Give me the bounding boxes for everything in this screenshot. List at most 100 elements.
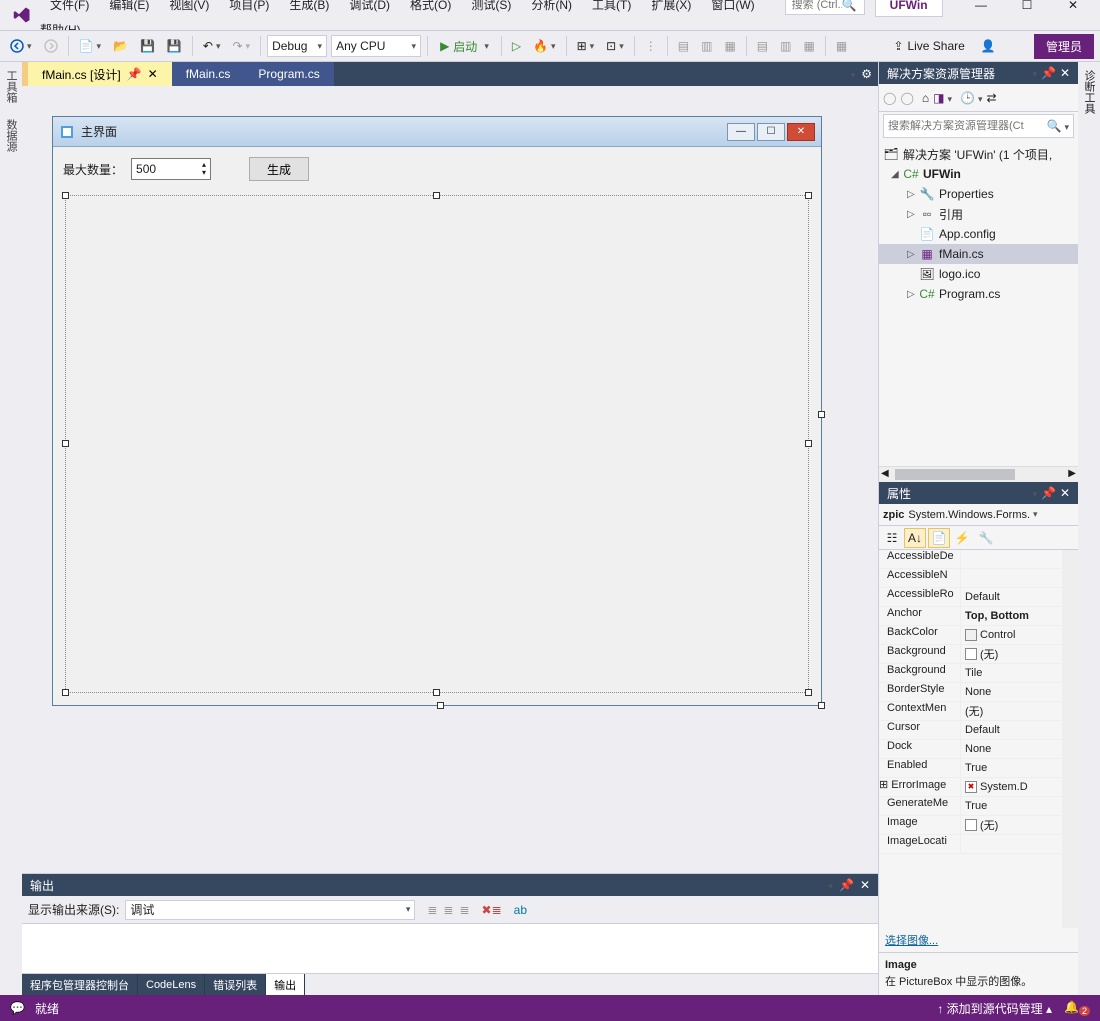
sol-home-icon[interactable]: ⌂ (922, 91, 929, 105)
nav-forward-button[interactable] (40, 36, 62, 56)
tree-program[interactable]: ▷C#Program.cs (879, 284, 1078, 304)
property-row[interactable]: AccessibleDe (879, 550, 1062, 569)
prop-pages-icon[interactable]: 🔧 (975, 528, 997, 548)
close-button[interactable]: ✕ (1050, 0, 1096, 19)
prop-close-icon[interactable]: ✕ (1060, 486, 1070, 500)
sol-pin-icon[interactable]: 📌 (1041, 66, 1056, 80)
datasources-tab[interactable]: 数据源 (0, 111, 22, 160)
tab-fmain-design[interactable]: fMain.cs [设计]📌✕ (28, 62, 172, 86)
prop-pin-icon[interactable]: 📌 (1041, 486, 1056, 500)
sol-sync-icon[interactable]: 🕒 (960, 91, 982, 105)
menu-file[interactable]: 文件(F) (40, 0, 99, 15)
menu-analyze[interactable]: 分析(N) (521, 0, 582, 15)
output-source-combo[interactable]: 调试 (125, 900, 415, 920)
layout-button2[interactable]: ⊡ (602, 36, 628, 56)
global-search[interactable]: 🔍 (785, 0, 865, 15)
menu-view[interactable]: 视图(V) (159, 0, 219, 15)
property-row[interactable]: BorderStyleNone (879, 683, 1062, 702)
output-dropdown-icon[interactable] (825, 878, 833, 892)
status-scm[interactable]: ↑ 添加到源代码管理 ▴ (937, 1000, 1052, 1017)
sol-scope-icon[interactable]: ◨ (933, 91, 952, 105)
generate-button[interactable]: 生成 (249, 157, 309, 181)
prop-alpha-icon[interactable]: A↓ (904, 528, 926, 548)
property-row[interactable]: ⊞ ErrorImage✖System.D (879, 778, 1062, 797)
menu-build[interactable]: 生成(B) (279, 0, 339, 15)
property-row[interactable]: ImageLocati (879, 835, 1062, 854)
solution-search-input[interactable] (888, 120, 1047, 132)
tab-program-cs[interactable]: Program.cs (244, 62, 333, 86)
tab-settings-icon[interactable]: ⚙ (861, 67, 872, 81)
property-object-selector[interactable]: zpic System.Windows.Forms. (879, 504, 1078, 526)
menu-extensions[interactable]: 扩展(X) (641, 0, 701, 15)
btab-output[interactable]: 输出 (266, 974, 305, 995)
sol-close-icon[interactable]: ✕ (1060, 66, 1070, 80)
global-search-input[interactable] (792, 0, 842, 11)
property-row[interactable]: CursorDefault (879, 721, 1062, 740)
tree-references[interactable]: ▷▫▫引用 (879, 204, 1078, 224)
property-row[interactable]: AccessibleRoDefault (879, 588, 1062, 607)
menu-test[interactable]: 测试(S) (461, 0, 521, 15)
menu-format[interactable]: 格式(O) (400, 0, 461, 15)
property-row[interactable]: DockNone (879, 740, 1062, 759)
property-row[interactable]: AnchorTop, Bottom (879, 607, 1062, 626)
tree-project[interactable]: ◢C#UFWin (879, 164, 1078, 184)
undo-button[interactable]: ↶ (199, 36, 225, 56)
close-icon[interactable]: ✕ (148, 67, 158, 81)
prop-vscroll[interactable] (1062, 550, 1078, 928)
config-combo[interactable]: Debug (267, 35, 327, 57)
feedback-icon[interactable]: 👤 (977, 36, 1000, 56)
select-image-link[interactable]: 选择图像... (885, 935, 938, 947)
btab-errorlist[interactable]: 错误列表 (205, 974, 266, 995)
btab-codelens[interactable]: CodeLens (138, 974, 205, 995)
property-row[interactable]: Background(无) (879, 645, 1062, 664)
property-row[interactable]: BackColorControl (879, 626, 1062, 645)
property-row[interactable]: AccessibleN (879, 569, 1062, 588)
tree-fmain[interactable]: ▷▦fMain.cs (879, 244, 1078, 264)
redo-button[interactable]: ↷ (228, 36, 254, 56)
toolbox-tab[interactable]: 工具箱 (0, 62, 22, 111)
pin-icon[interactable]: 📌 (127, 67, 142, 81)
open-button[interactable]: 📂 (109, 36, 132, 56)
prop-dropdown-icon[interactable] (1029, 486, 1037, 500)
output-clear2-icon[interactable]: ✖≣ (482, 903, 502, 917)
sol-refresh-icon[interactable]: ⇄ (986, 91, 996, 105)
liveshare-button[interactable]: ⇪ Live Share (885, 39, 972, 53)
tab-fmain-cs[interactable]: fMain.cs (172, 62, 245, 86)
output-clear-icon[interactable]: ≣ (427, 903, 437, 917)
menu-debug[interactable]: 调试(D) (339, 0, 400, 15)
output-pin-icon[interactable]: 📌 (839, 878, 854, 892)
menu-edit[interactable]: 编辑(E) (99, 0, 159, 15)
sol-fwd-icon[interactable]: ◯ (900, 91, 913, 105)
btab-pkgmgr[interactable]: 程序包管理器控制台 (22, 974, 138, 995)
step-button[interactable]: ▷ (508, 36, 525, 56)
output-body[interactable] (22, 924, 878, 973)
new-project-button[interactable]: 📄 (75, 36, 105, 56)
property-row[interactable]: GenerateMeTrue (879, 797, 1062, 816)
menu-window[interactable]: 窗口(W) (701, 0, 764, 15)
picturebox-control[interactable] (65, 195, 809, 693)
layout-button1[interactable]: ⊞ (573, 36, 599, 56)
tree-properties[interactable]: ▷🔧Properties (879, 184, 1078, 204)
nav-back-button[interactable] (6, 36, 36, 56)
output-close-icon[interactable]: ✕ (860, 878, 870, 892)
menu-tools[interactable]: 工具(T) (582, 0, 641, 15)
minimize-button[interactable]: — (958, 0, 1004, 19)
solution-search[interactable]: 🔍 (883, 114, 1074, 138)
tree-appconfig[interactable]: 📄App.config (879, 224, 1078, 244)
tab-overflow-icon[interactable] (848, 67, 856, 81)
platform-combo[interactable]: Any CPU (331, 35, 421, 57)
property-row[interactable]: Image(无) (879, 816, 1062, 835)
property-row[interactable]: ContextMen(无) (879, 702, 1062, 721)
prop-categorized-icon[interactable]: ☷ (881, 528, 903, 548)
save-button[interactable]: 💾 (136, 36, 159, 56)
output-toggle-icon[interactable]: ≣ (443, 903, 453, 917)
designed-form[interactable]: 主界面 — ☐ ✕ 最大数量： 500▴▾ 生成 (52, 116, 822, 706)
output-word-icon[interactable]: ab (514, 903, 527, 917)
menu-project[interactable]: 项目(P) (219, 0, 279, 15)
property-row[interactable]: BackgroundTile (879, 664, 1062, 683)
property-row[interactable]: EnabledTrue (879, 759, 1062, 778)
sol-dropdown-icon[interactable] (1029, 66, 1037, 80)
max-count-input[interactable]: 500▴▾ (131, 158, 211, 180)
hot-reload-button[interactable]: 🔥 (529, 36, 559, 56)
status-notifications[interactable]: 🔔2 (1064, 1000, 1090, 1016)
